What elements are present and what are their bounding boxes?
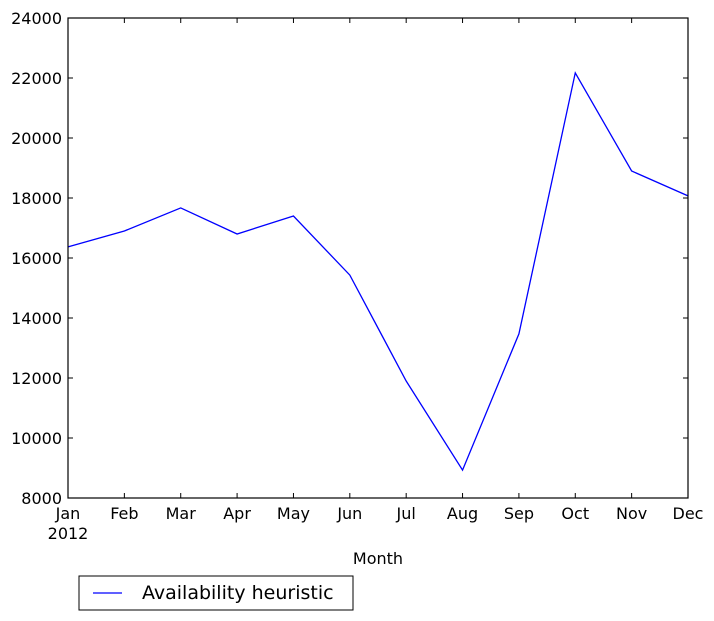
x-tick-label: Jan [55, 504, 81, 523]
plot-frame [67, 17, 689, 499]
y-tick-label: 24000 [11, 9, 62, 28]
x-tick-label: Dec [673, 504, 704, 523]
x-tick-label: Sep [504, 504, 534, 523]
x-tick-label: Mar [166, 504, 197, 523]
x-axis-year-label: 2012 [48, 524, 89, 543]
x-tick-label: Oct [561, 504, 589, 523]
x-tick-label: Nov [616, 504, 647, 523]
series-line [67, 71, 689, 472]
x-tick-label: Jul [396, 504, 416, 523]
x-tick-label: Jun [336, 504, 362, 523]
y-tick-label: 12000 [11, 369, 62, 388]
y-tick-label: 14000 [11, 309, 62, 328]
x-axis: Jan Feb Mar Apr May Jun Jul Aug Sep Oct Nov Dec [55, 18, 704, 523]
x-tick-label: May [277, 504, 310, 523]
line-chart: 8000100001200014000160001800020000220002… [11, 9, 704, 611]
y-tick-label: 10000 [11, 429, 62, 448]
x-tick-label: Apr [223, 504, 251, 523]
series-group [67, 71, 689, 472]
y-tick-label: 22000 [11, 69, 62, 88]
x-axis-title: Month [353, 549, 403, 568]
legend-label: Availability heuristic [142, 582, 334, 604]
legend: Availability heuristic [78, 575, 354, 611]
y-tick-label: 18000 [11, 189, 62, 208]
y-tick-label: 20000 [11, 129, 62, 148]
y-tick-label: 16000 [11, 249, 62, 268]
y-axis: 8000100001200014000160001800020000220002… [11, 9, 688, 508]
x-tick-label: Aug [447, 504, 478, 523]
x-tick-label: Feb [110, 504, 138, 523]
